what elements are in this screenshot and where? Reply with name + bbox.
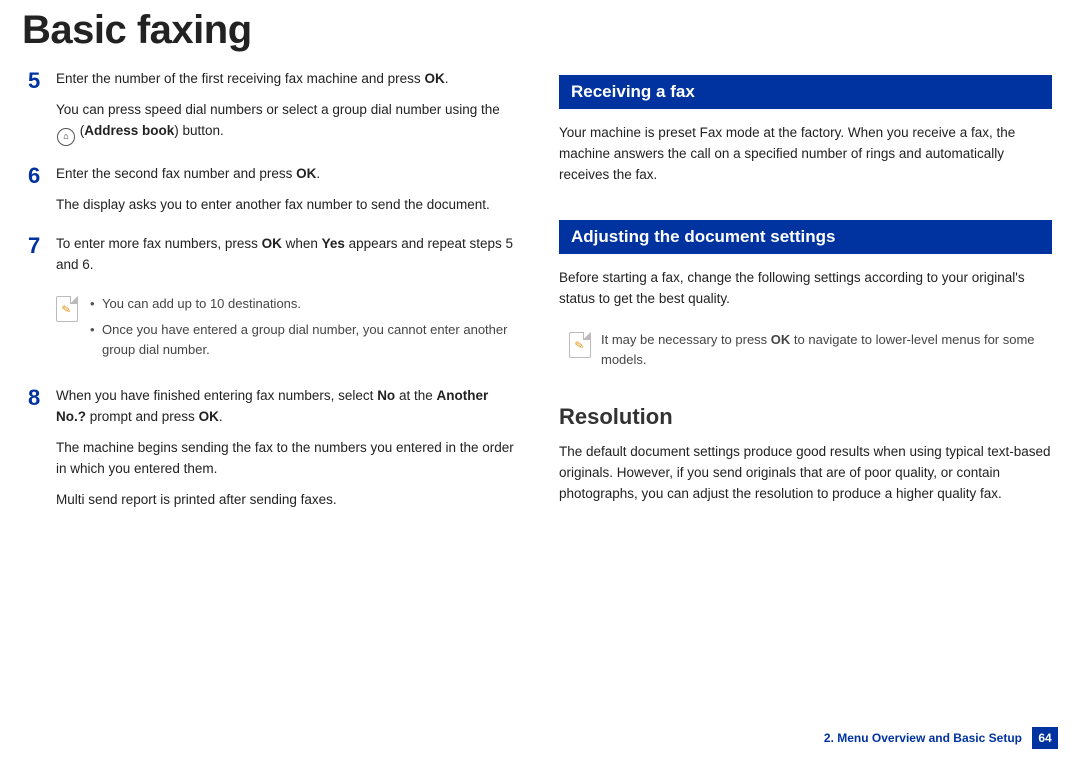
footer-chapter-label: 2. Menu Overview and Basic Setup bbox=[824, 731, 1022, 745]
two-column-layout: 5Enter the number of the first receiving… bbox=[0, 69, 1080, 529]
step-body: Enter the number of the first receiving … bbox=[56, 69, 521, 146]
note-item: Once you have entered a group dial numbe… bbox=[88, 320, 521, 360]
page-title: Basic faxing bbox=[0, 0, 1080, 69]
step-number: 6 bbox=[28, 164, 56, 187]
body-text-resolution: The default document settings produce go… bbox=[559, 442, 1052, 505]
body-text-adjusting: Before starting a fax, change the follow… bbox=[559, 268, 1052, 310]
note-text: It may be necessary to press OK to navig… bbox=[601, 330, 1052, 370]
step-number: 5 bbox=[28, 69, 56, 92]
note-item: You can add up to 10 destinations. bbox=[88, 294, 521, 314]
step-6: 6Enter the second fax number and press O… bbox=[28, 164, 521, 216]
body-text-receiving: Your machine is preset Fax mode at the f… bbox=[559, 123, 1052, 186]
step-body: Enter the second fax number and press OK… bbox=[56, 164, 521, 216]
note-icon bbox=[569, 332, 591, 358]
address-book-icon: ⌂ bbox=[57, 128, 75, 146]
section-heading-receiving: Receiving a fax bbox=[559, 75, 1052, 109]
section-heading-adjusting: Adjusting the document settings bbox=[559, 220, 1052, 254]
note-box-destinations: You can add up to 10 destinations. Once y… bbox=[56, 294, 521, 366]
right-column: Receiving a fax Your machine is preset F… bbox=[557, 69, 1062, 529]
left-column: 5Enter the number of the first receiving… bbox=[18, 69, 525, 529]
note-icon bbox=[56, 296, 78, 322]
step-7: 7To enter more fax numbers, press OK whe… bbox=[28, 234, 521, 276]
step-body: To enter more fax numbers, press OK when… bbox=[56, 234, 521, 276]
footer-page-number: 64 bbox=[1032, 727, 1058, 749]
sub-heading-resolution: Resolution bbox=[559, 404, 1052, 430]
note-list: You can add up to 10 destinations. Once y… bbox=[88, 294, 521, 366]
page-footer: 2. Menu Overview and Basic Setup 64 bbox=[824, 727, 1058, 749]
step-5: 5Enter the number of the first receiving… bbox=[28, 69, 521, 146]
step-number: 8 bbox=[28, 386, 56, 409]
step-number: 7 bbox=[28, 234, 56, 257]
note-box-ok-nav: It may be necessary to press OK to navig… bbox=[569, 330, 1052, 370]
step-body: When you have finished entering fax numb… bbox=[56, 386, 521, 511]
step-8: 8When you have finished entering fax num… bbox=[28, 386, 521, 511]
